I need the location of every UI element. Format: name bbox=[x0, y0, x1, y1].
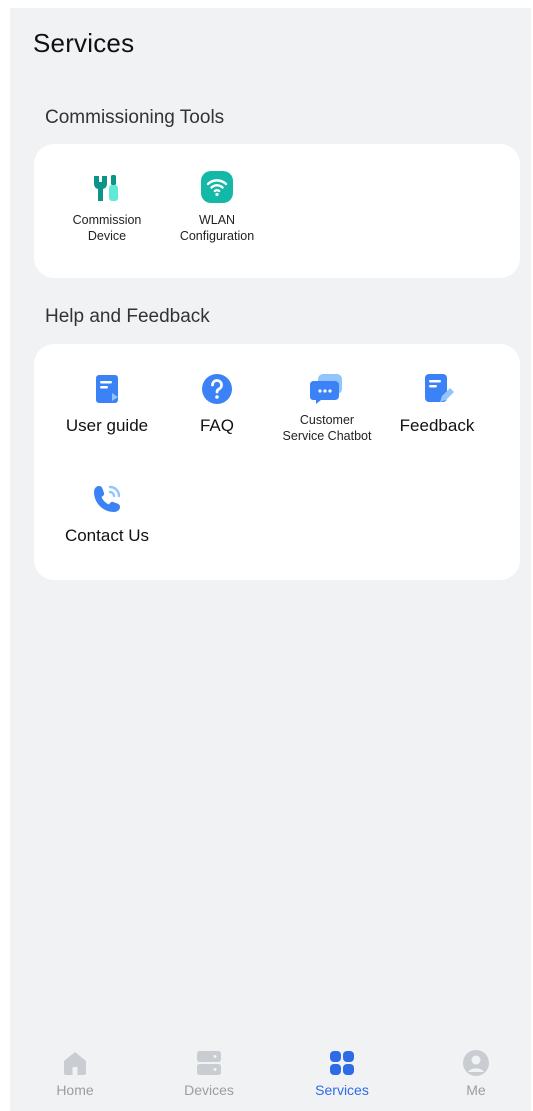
tools-icon bbox=[93, 175, 118, 201]
question-icon bbox=[202, 374, 232, 404]
tab-devices[interactable]: Devices bbox=[154, 1048, 264, 1098]
commission-device-tile[interactable]: Commission Device bbox=[52, 170, 162, 244]
profile-icon bbox=[463, 1050, 489, 1076]
tab-home[interactable]: Home bbox=[20, 1048, 130, 1098]
customer-service-chatbot-label: Customer Service Chatbot bbox=[282, 413, 372, 443]
commissioning-tools-card: Commission Device WLAN Configuration bbox=[34, 144, 520, 278]
phone-icon bbox=[94, 485, 121, 512]
services-icon bbox=[330, 1051, 354, 1075]
tab-me-label: Me bbox=[466, 1082, 486, 1098]
faq-tile[interactable]: FAQ bbox=[162, 372, 272, 436]
section-title-help-and-feedback: Help and Feedback bbox=[45, 306, 210, 327]
wlan-configuration-label: WLAN Configuration bbox=[179, 213, 255, 243]
bottom-tab-bar: Home Devices Services Me bbox=[10, 1044, 531, 1111]
commission-device-label: Commission Device bbox=[72, 213, 142, 243]
user-guide-tile[interactable]: User guide bbox=[52, 372, 162, 436]
feedback-tile[interactable]: Feedback bbox=[382, 372, 492, 436]
faq-label: FAQ bbox=[199, 416, 234, 435]
page-title: Services bbox=[33, 28, 135, 58]
customer-service-chatbot-tile[interactable]: Customer Service Chatbot bbox=[272, 372, 382, 444]
feedback-icon bbox=[425, 374, 454, 402]
section-title-commissioning-tools: Commissioning Tools bbox=[45, 107, 225, 128]
chatbot-icon bbox=[310, 374, 342, 404]
wifi-icon bbox=[201, 171, 233, 203]
home-icon bbox=[64, 1052, 86, 1075]
tab-services-label: Services bbox=[315, 1082, 369, 1098]
tab-services[interactable]: Services bbox=[287, 1048, 397, 1098]
wlan-configuration-tile[interactable]: WLAN Configuration bbox=[162, 170, 272, 244]
help-and-feedback-card: User guide FAQ Customer Service Chatbot bbox=[34, 344, 520, 580]
user-guide-label: User guide bbox=[65, 416, 149, 435]
tab-devices-label: Devices bbox=[184, 1082, 234, 1098]
tab-me[interactable]: Me bbox=[421, 1048, 531, 1098]
feedback-label: Feedback bbox=[399, 416, 475, 435]
user-guide-icon bbox=[96, 375, 118, 403]
services-screen: Services Commissioning Tools Commission … bbox=[10, 8, 531, 1111]
contact-us-label: Contact Us bbox=[64, 526, 150, 545]
contact-us-tile[interactable]: Contact Us bbox=[52, 482, 162, 546]
devices-icon bbox=[197, 1051, 221, 1075]
tab-home-label: Home bbox=[56, 1082, 94, 1098]
